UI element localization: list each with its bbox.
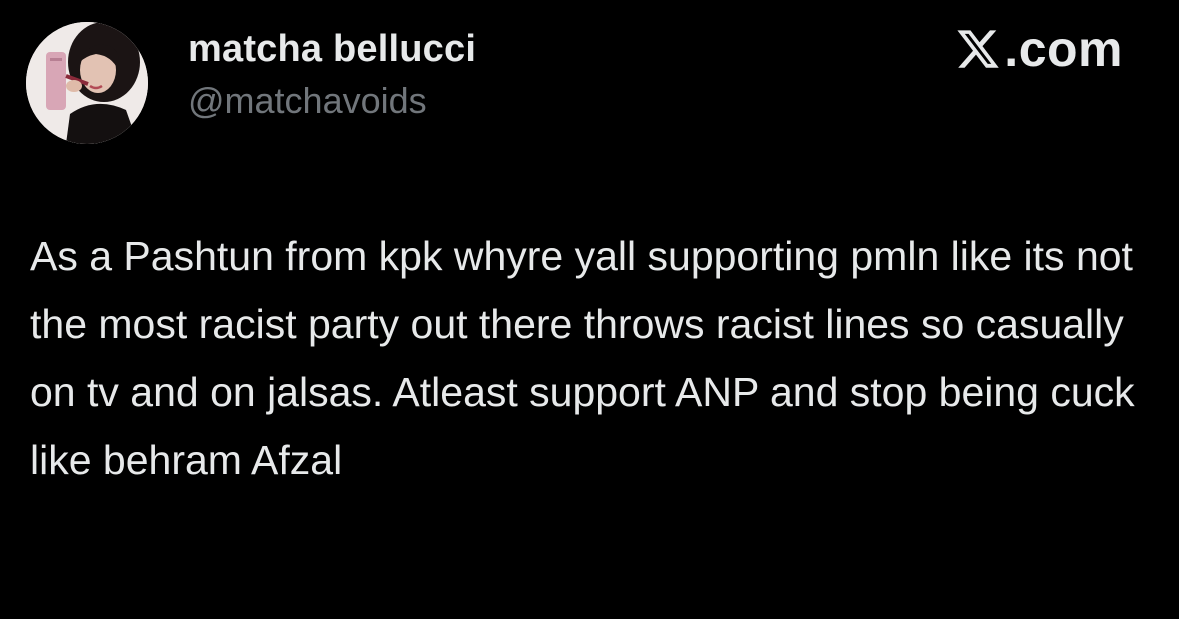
display-name[interactable]: matcha bellucci: [188, 28, 476, 71]
user-handle[interactable]: @matchavoids: [188, 80, 427, 122]
x-logo-icon: [957, 30, 1000, 68]
tweet-text: As a Pashtun from kpk whyre yall support…: [30, 233, 1147, 483]
avatar[interactable]: [26, 22, 148, 144]
brand-text: .com: [1004, 21, 1123, 77]
x-com-watermark: .com: [954, 24, 1123, 74]
